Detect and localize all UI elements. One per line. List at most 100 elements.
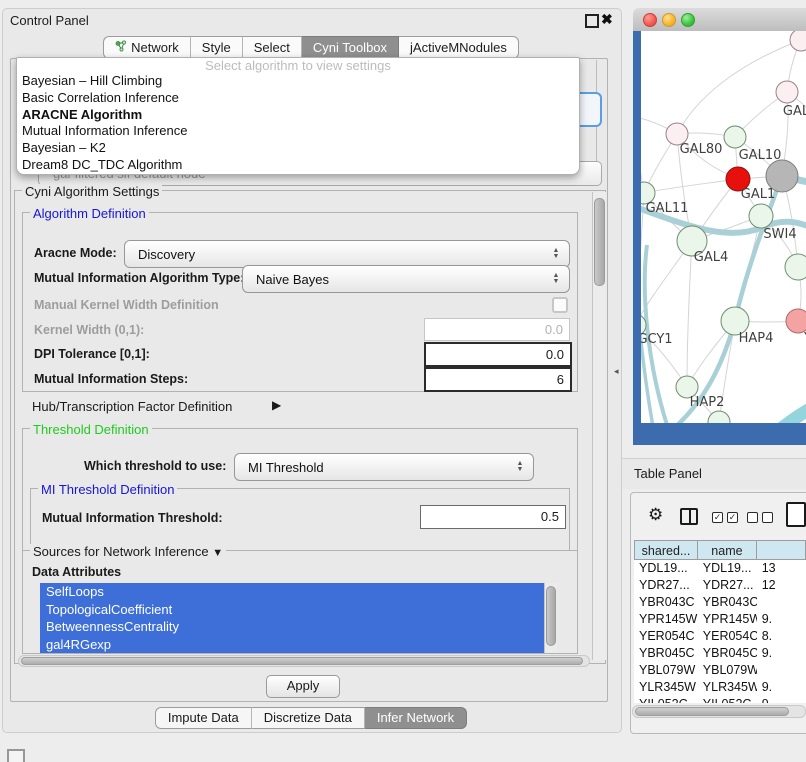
column-header-name[interactable]: name bbox=[698, 540, 757, 560]
tab-style[interactable]: Style bbox=[191, 36, 243, 59]
close-icon[interactable]: ✖ bbox=[601, 11, 613, 28]
gear-icon[interactable]: ⚙ bbox=[648, 505, 663, 525]
tab-infer-network[interactable]: Infer Network bbox=[365, 707, 467, 729]
table-horizontal-scrollbar[interactable] bbox=[632, 705, 806, 718]
scrollbar-thumb[interactable] bbox=[635, 707, 789, 716]
table-cell[interactable]: 9. bbox=[757, 611, 806, 628]
table-cell[interactable]: 9. bbox=[757, 696, 806, 703]
table-cell[interactable]: 9. bbox=[757, 679, 806, 696]
scrollbar-thumb[interactable] bbox=[594, 198, 605, 286]
unchecked-checkbox-icon[interactable] bbox=[747, 512, 758, 523]
manual-kernel-checkbox[interactable] bbox=[552, 297, 568, 313]
table-cell[interactable]: YPR145W bbox=[698, 611, 757, 628]
table-cell[interactable]: YBL079W bbox=[634, 662, 698, 679]
table-cell[interactable]: YIL052C bbox=[698, 696, 757, 703]
scrollbar-thumb[interactable] bbox=[546, 586, 556, 646]
table-cell[interactable] bbox=[757, 662, 806, 679]
algorithm-option-basic-correlation-inference[interactable]: Basic Correlation Inference bbox=[17, 90, 579, 107]
mi-type-combo[interactable]: Naive Bayes ▲▼ bbox=[242, 265, 570, 293]
minimized-panel-icon[interactable] bbox=[7, 749, 25, 762]
node[interactable] bbox=[790, 31, 806, 51]
tab-cyni-toolbox[interactable]: Cyni Toolbox bbox=[302, 36, 399, 59]
stepper-icon[interactable]: ▲▼ bbox=[513, 461, 527, 473]
column-header-shared[interactable]: shared... bbox=[634, 540, 698, 560]
table-cell[interactable]: YBL079W bbox=[698, 662, 757, 679]
algorithm-option-aracne-algorithm[interactable]: ARACNE Algorithm bbox=[17, 107, 579, 124]
algorithm-option-bayesian-k2[interactable]: Bayesian – K2 bbox=[17, 140, 579, 157]
table-cell[interactable]: YLR345W bbox=[634, 679, 698, 696]
columns-icon[interactable] bbox=[680, 508, 698, 525]
node-y[interactable] bbox=[786, 309, 806, 333]
table-cell[interactable]: YBR043C bbox=[634, 594, 698, 611]
mi-steps-input[interactable]: 6 bbox=[424, 367, 572, 392]
table-row[interactable]: YBL079WYBL079W bbox=[634, 662, 806, 679]
tab-select[interactable]: Select bbox=[243, 36, 302, 59]
new-table-icon[interactable] bbox=[786, 502, 806, 527]
table-row[interactable]: YDL19...YDL19...13 bbox=[634, 560, 806, 577]
data-attributes-list[interactable]: SelfLoopsTopologicalCoefficientBetweenne… bbox=[40, 583, 544, 653]
stepper-icon[interactable]: ▲▼ bbox=[549, 273, 563, 285]
table-cell[interactable]: YDL19... bbox=[634, 560, 698, 577]
network-canvas[interactable]: GALGAL80GAL10GAL1GAL11SWI4GAL4GCY1HAP4YH… bbox=[641, 31, 806, 423]
tab-impute-data[interactable]: Impute Data bbox=[155, 707, 252, 729]
node-gal10[interactable] bbox=[724, 126, 746, 148]
tab-discretize-data[interactable]: Discretize Data bbox=[252, 707, 365, 729]
table-row[interactable]: YDR27...YDR27...12 bbox=[634, 577, 806, 594]
attributes-list-scrollbar[interactable] bbox=[544, 583, 557, 653]
algorithm-option-dream8-dc-tdc-algorithm[interactable]: Dream8 DC_TDC Algorithm bbox=[17, 157, 579, 174]
table-cell[interactable] bbox=[757, 594, 806, 611]
kernel-width-input[interactable]: 0.0 bbox=[424, 318, 570, 341]
attribute-item-betweennesscentrality[interactable]: BetweennessCentrality bbox=[40, 618, 544, 636]
close-traffic-light[interactable] bbox=[643, 13, 657, 27]
stepper-icon[interactable]: ▲▼ bbox=[549, 248, 563, 260]
zoom-traffic-light[interactable] bbox=[681, 13, 695, 27]
attribute-item-topologicalcoefficient[interactable]: TopologicalCoefficient bbox=[40, 601, 544, 619]
attribute-item-selfloops[interactable]: SelfLoops bbox=[40, 583, 544, 601]
table-cell[interactable]: YDL19... bbox=[698, 560, 757, 577]
table-cell[interactable]: YBR043C bbox=[698, 594, 757, 611]
table-cell[interactable]: 8. bbox=[757, 628, 806, 645]
table-row[interactable]: YBR043CYBR043C bbox=[634, 594, 806, 611]
table-cell[interactable]: YIL052C bbox=[634, 696, 698, 703]
node[interactable] bbox=[785, 254, 806, 280]
checked-checkbox-icon[interactable]: ✓ bbox=[727, 512, 738, 523]
scrollbar-thumb[interactable] bbox=[21, 657, 583, 665]
network-window-titlebar[interactable] bbox=[633, 8, 806, 32]
algorithm-option-mutual-information-inference[interactable]: Mutual Information Inference bbox=[17, 123, 579, 140]
which-threshold-combo[interactable]: MI Threshold ▲▼ bbox=[234, 453, 534, 481]
node-swi4[interactable] bbox=[749, 204, 773, 228]
table-row[interactable]: YLR345WYLR345W9. bbox=[634, 679, 806, 696]
table-cell[interactable]: 9. bbox=[757, 645, 806, 662]
table-cell[interactable]: YDR27... bbox=[634, 577, 698, 594]
checked-checkbox-icon[interactable]: ✓ bbox=[712, 512, 723, 523]
table-row[interactable]: YER054CYER054C8. bbox=[634, 628, 806, 645]
table-cell[interactable]: YDR27... bbox=[698, 577, 757, 594]
column-header-col2[interactable] bbox=[757, 540, 806, 560]
table-cell[interactable]: YPR145W bbox=[634, 611, 698, 628]
algorithm-dropdown[interactable]: Select algorithm to view settings Bayesi… bbox=[16, 57, 580, 175]
tab-jactivemnodules[interactable]: jActiveMNodules bbox=[399, 36, 519, 59]
dpi-tolerance-input[interactable]: 0.0 bbox=[424, 342, 572, 367]
table-cell[interactable]: YBR045C bbox=[698, 645, 757, 662]
float-window-icon[interactable] bbox=[585, 14, 599, 28]
aracne-mode-combo[interactable]: Discovery ▲▼ bbox=[124, 240, 570, 268]
settings-horizontal-scrollbar[interactable] bbox=[18, 655, 590, 667]
splitter-handle[interactable]: ◂ bbox=[614, 366, 619, 377]
table-row[interactable]: YIL052CYIL052C9. bbox=[634, 696, 806, 703]
unchecked-checkbox-icon[interactable] bbox=[762, 512, 773, 523]
node-gal[interactable] bbox=[776, 81, 798, 103]
algorithm-option-bayesian-hill-climbing[interactable]: Bayesian – Hill Climbing bbox=[17, 73, 579, 90]
table-cell[interactable]: 13 bbox=[757, 560, 806, 577]
table-row[interactable]: YBR045CYBR045C9. bbox=[634, 645, 806, 662]
attribute-item-gal4rgexp[interactable]: gal4RGexp bbox=[40, 636, 544, 654]
tab-network[interactable]: Network bbox=[103, 36, 191, 59]
collapse-down-icon[interactable]: ▼ bbox=[212, 547, 223, 559]
hub-section-label[interactable]: Hub/Transcription Factor Definition bbox=[32, 399, 232, 414]
table-cell[interactable]: YER054C bbox=[634, 628, 698, 645]
table-cell[interactable]: 12 bbox=[757, 577, 806, 594]
apply-button[interactable]: Apply bbox=[266, 675, 340, 698]
mi-threshold-input[interactable]: 0.5 bbox=[420, 505, 566, 529]
table-cell[interactable]: YLR345W bbox=[698, 679, 757, 696]
table-cell[interactable]: YBR045C bbox=[634, 645, 698, 662]
settings-vertical-scrollbar[interactable] bbox=[592, 192, 606, 660]
